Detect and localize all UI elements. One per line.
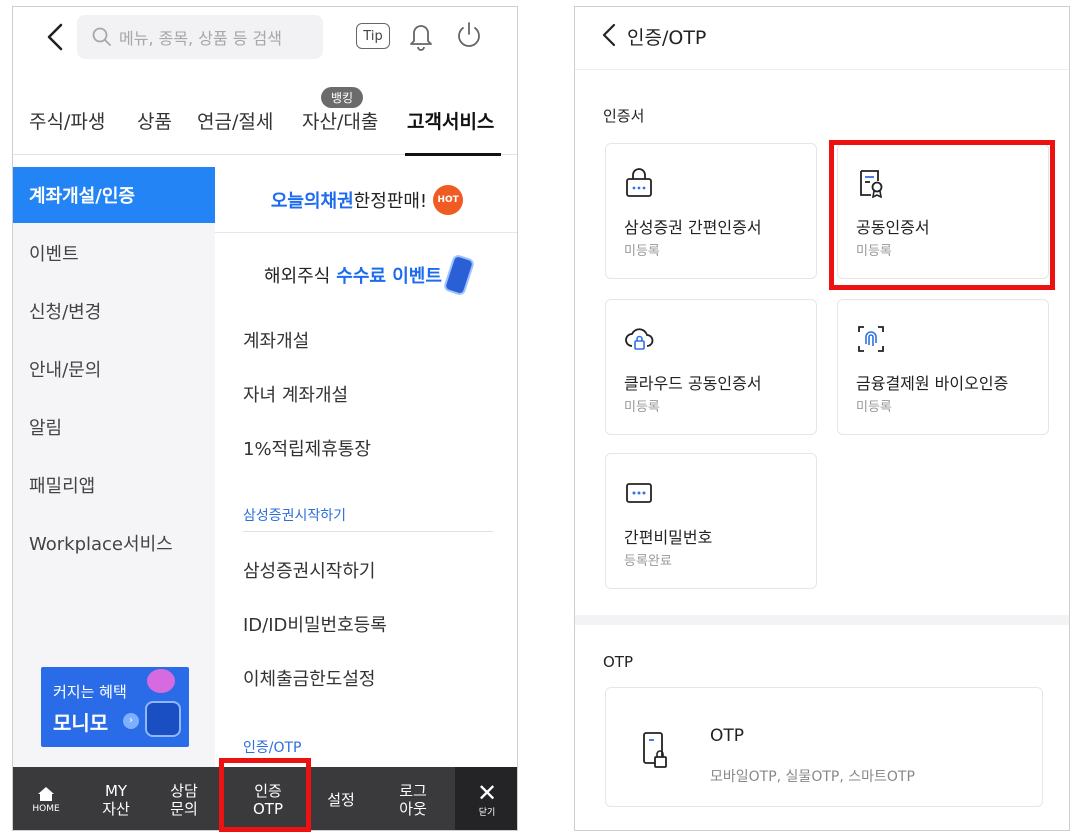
search-input[interactable]: 메뉴, 종목, 상품 등 검색: [77, 15, 323, 59]
sidebar-item-guide[interactable]: 안내/문의: [13, 341, 215, 397]
hot-badge: HOT: [433, 184, 464, 215]
highlight-box-joint-cert: [829, 140, 1055, 290]
tab-customer-service[interactable]: 고객서비스: [407, 107, 494, 134]
cert-name: 클라우드 공동인증서: [624, 374, 762, 393]
cert-name: 간편비밀번호: [624, 528, 713, 547]
cert-card-samsung[interactable]: 삼성증권 간편인증서 미등록: [605, 143, 817, 279]
sidebar-item-events[interactable]: 이벤트: [13, 225, 215, 281]
fingerprint-icon: [858, 326, 884, 352]
cert-section-title: 인증서: [603, 107, 645, 125]
section-start-title: 삼성증권시작하기: [243, 508, 347, 524]
side-menu: 계좌개설/인증 이벤트 신청/변경 안내/문의 알림 패밀리앱 Workplac…: [13, 167, 215, 767]
sidebar-item-apply-change[interactable]: 신청/변경: [13, 283, 215, 339]
cert-status: 미등록: [624, 400, 660, 415]
monimo-app-icon: [145, 701, 181, 737]
logout-label-1: 로그: [399, 781, 427, 800]
menu-item-start-samsung[interactable]: 삼성증권시작하기: [243, 557, 375, 583]
search-placeholder: 메뉴, 종목, 상품 등 검색: [119, 29, 282, 48]
otp-name: OTP: [710, 726, 745, 746]
category-tabs: 뱅킹 주식/파생 상품 연금/절세 자산/대출 고객서비스: [13, 69, 517, 156]
back-arrow-icon[interactable]: [599, 21, 619, 49]
tab-products[interactable]: 상품: [137, 107, 172, 134]
header-divider: [575, 69, 1069, 70]
otp-device-icon: [643, 732, 667, 768]
consult-label-1: 상담: [170, 781, 198, 800]
sidebar-item-workplace[interactable]: Workplace서비스: [13, 515, 215, 571]
promo-line2: 모니모: [53, 711, 109, 735]
main-menu-screen: 메뉴, 종목, 상품 등 검색 Tip 뱅킹 주식/파생 상품 연금/절세 자산…: [12, 6, 518, 831]
lock-icon: [626, 168, 652, 197]
section-auth-title: 인증/OTP: [243, 740, 302, 756]
back-arrow-icon[interactable]: [41, 19, 71, 55]
cert-name: 삼성증권 간편인증서: [624, 218, 762, 237]
menu-content: 오늘의채권 한정판매! HOT 해외주식 수수료 이벤트 계좌개설 자녀 계좌개…: [215, 167, 517, 767]
close-icon: ✕: [476, 779, 498, 807]
can-icon: [442, 253, 476, 297]
tab-pension[interactable]: 연금/절세: [197, 107, 273, 134]
cert-status: 등록완료: [624, 554, 672, 569]
tab-stocks[interactable]: 주식/파생: [29, 107, 105, 134]
cert-name: 금융결제원 바이오인증: [856, 374, 1009, 393]
menu-item-child-account[interactable]: 자녀 계좌개설: [243, 381, 348, 407]
my-label-2: 자산: [102, 799, 130, 818]
password-icon: [626, 483, 652, 503]
bond-highlight: 오늘의채권: [270, 190, 354, 212]
search-icon: [92, 27, 111, 46]
otp-card[interactable]: OTP 모바일OTP, 실물OTP, 스마트OTP: [605, 687, 1043, 807]
otp-desc: 모바일OTP, 실물OTP, 스마트OTP: [710, 769, 915, 785]
sidebar-item-family-app[interactable]: 패밀리앱: [13, 457, 215, 513]
otp-section-title: OTP: [603, 653, 634, 671]
power-icon[interactable]: [453, 19, 485, 53]
settings-label: 설정: [327, 790, 355, 809]
logout-label-2: 아웃: [399, 799, 427, 818]
section-separator: [575, 615, 1069, 625]
my-label-1: MY: [104, 781, 128, 800]
cert-status: 미등록: [856, 400, 892, 415]
close-button[interactable]: ✕ 닫기: [455, 767, 517, 830]
tab-assets[interactable]: 자산/대출: [302, 107, 378, 134]
logout-button[interactable]: 로그 아웃: [383, 767, 443, 830]
monimo-promo-banner[interactable]: 커지는 혜택 모니모 ›: [41, 667, 189, 747]
fee-event-banner[interactable]: 해외주식 수수료 이벤트: [215, 237, 517, 313]
cert-card-simple-password[interactable]: 간편비밀번호 등록완료: [605, 453, 817, 589]
section-divider: [243, 531, 493, 532]
home-button[interactable]: HOME: [21, 767, 71, 830]
gem-icon: [147, 669, 175, 693]
promo-line1: 커지는 혜택: [53, 683, 127, 701]
highlight-box-auth-otp: [219, 758, 311, 832]
cloud-lock-icon: [625, 328, 654, 350]
home-icon: [38, 786, 54, 801]
menu-item-open-account[interactable]: 계좌개설: [243, 327, 309, 353]
fee-highlight: 수수료 이벤트: [336, 266, 442, 287]
cert-card-bio[interactable]: 금융결제원 바이오인증 미등록: [837, 299, 1049, 435]
my-assets-button[interactable]: MY 자산: [87, 767, 145, 830]
menu-item-id-register[interactable]: ID/ID비밀번호등록: [243, 611, 387, 637]
menu-item-savings-account[interactable]: 1%적립제휴통장: [243, 435, 371, 461]
bond-text: 한정판매!: [353, 190, 428, 212]
sidebar-item-notice[interactable]: 알림: [13, 399, 215, 455]
menu-item-transfer-limit[interactable]: 이체출금한도설정: [243, 665, 375, 691]
tip-button[interactable]: Tip: [356, 23, 390, 49]
home-label: HOME: [32, 803, 60, 814]
page-title: 인증/OTP: [627, 27, 707, 49]
cert-card-cloud[interactable]: 클라우드 공동인증서 미등록: [605, 299, 817, 435]
consult-label-2: 문의: [170, 799, 198, 818]
top-bar: 메뉴, 종목, 상품 등 검색 Tip: [13, 7, 517, 69]
active-tab-underline: [405, 153, 501, 156]
close-label: 닫기: [478, 808, 496, 818]
cert-status: 미등록: [624, 244, 660, 259]
consult-button[interactable]: 상담 문의: [155, 767, 213, 830]
auth-otp-screen: 인증/OTP 인증서 삼성증권 간편인증서 미등록 공동인증서 미등록 클라우드…: [574, 6, 1070, 831]
chevron-right-icon: ›: [123, 713, 139, 729]
bond-banner[interactable]: 오늘의채권 한정판매! HOT: [215, 167, 517, 233]
banking-badge: 뱅킹: [321, 87, 364, 108]
bell-icon[interactable]: [407, 19, 435, 53]
fee-text: 해외주식: [264, 266, 331, 287]
sidebar-item-account-open[interactable]: 계좌개설/인증: [13, 167, 215, 223]
settings-button[interactable]: 설정: [311, 767, 371, 830]
